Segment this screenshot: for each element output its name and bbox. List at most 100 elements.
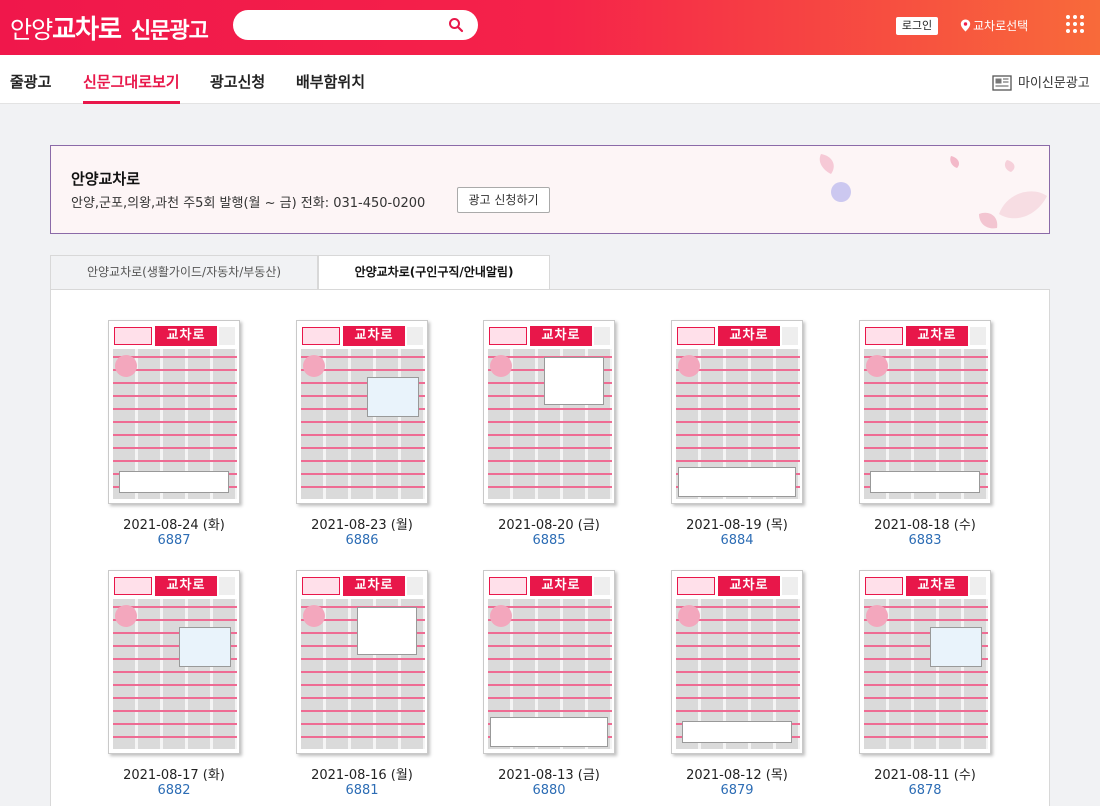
issue-date: 2021-08-11 (수) [874, 768, 976, 783]
thumbnail-header-left [865, 327, 903, 345]
nav-tab-distribution-location[interactable]: 배부함위치 [296, 71, 365, 92]
thumbnail-header: 교차로 [864, 325, 986, 347]
thumbnail-header: 교차로 [113, 325, 235, 347]
thumbnail-highlight [678, 355, 700, 377]
thumbnail-title: 교차로 [343, 576, 405, 596]
issue-number[interactable]: 6886 [296, 533, 428, 548]
apply-ad-button[interactable]: 광고 신청하기 [457, 187, 550, 213]
newspaper-thumbnail[interactable]: 교차로 [108, 570, 240, 754]
thumbnail-highlight [490, 355, 512, 377]
thumbnail-header-left [677, 577, 715, 595]
newspaper-thumbnail[interactable]: 교차로 [296, 320, 428, 504]
thumbnail-ad-box [870, 471, 980, 493]
thumbnail-highlight [678, 605, 700, 627]
apps-grid-icon[interactable] [1066, 15, 1084, 33]
issue-date: 2021-08-13 (금) [498, 768, 600, 783]
tab-life-guide[interactable]: 안양교차로(생활가이드/자동차/부동산) [50, 255, 318, 290]
thumbnail-header-right [782, 327, 798, 345]
issue-number[interactable]: 6883 [859, 533, 991, 548]
thumbnail-ad-box [678, 467, 796, 497]
thumbnail-header: 교차로 [676, 575, 798, 597]
issue-date: 2021-08-24 (화) [123, 518, 225, 533]
issue-date: 2021-08-20 (금) [498, 518, 600, 533]
issue-number[interactable]: 6881 [296, 783, 428, 798]
thumbnail-title: 교차로 [906, 326, 968, 346]
login-button[interactable]: 로그인 [896, 17, 938, 35]
main-nav: 줄광고 신문그대로보기 광고신청 배부함위치 마이신문광고 [0, 55, 1100, 104]
my-paper-ads-link[interactable]: 마이신문광고 [992, 72, 1090, 91]
issue-date: 2021-08-17 (화) [123, 768, 225, 783]
issue-date: 2021-08-18 (수) [874, 518, 976, 533]
thumbnail-header-left [114, 577, 152, 595]
thumbnail-title: 교차로 [718, 326, 780, 346]
thumbnail-title: 교차로 [343, 326, 405, 346]
location-pin-icon [960, 19, 971, 32]
issue-number[interactable]: 6885 [483, 533, 615, 548]
search-icon[interactable] [448, 17, 464, 33]
thumbnail-ad-box [490, 717, 608, 747]
thumbnail-ad-box [682, 721, 792, 743]
thumbnail-header-left [489, 577, 527, 595]
issue-date: 2021-08-12 (목) [686, 768, 788, 783]
decorative-petals-icon [819, 154, 1047, 229]
search-input[interactable] [247, 16, 437, 34]
logo-brand: 교차로 [52, 15, 122, 45]
issue-number[interactable]: 6884 [671, 533, 803, 548]
newspaper-thumbnail[interactable]: 교차로 [296, 570, 428, 754]
thumbnail-header: 교차로 [676, 325, 798, 347]
thumbnail-highlight [866, 605, 888, 627]
newspaper-thumbnail[interactable]: 교차로 [671, 320, 803, 504]
paper-title: 안양교차로 [71, 170, 141, 188]
newspaper-thumbnail[interactable]: 교차로 [859, 320, 991, 504]
region-select[interactable]: 교차로선택 [960, 17, 1028, 35]
thumbnail-header: 교차로 [488, 325, 610, 347]
thumbnail-title: 교차로 [155, 326, 217, 346]
thumbnail-ad-box [930, 627, 982, 667]
thumbnail-header: 교차로 [488, 575, 610, 597]
thumbnail-ad-box [544, 357, 604, 405]
thumbnail-ad-box [357, 607, 417, 655]
newspaper-thumbnail[interactable]: 교차로 [483, 320, 615, 504]
issue-number[interactable]: 6887 [108, 533, 240, 548]
thumbnail-title: 교차로 [906, 576, 968, 596]
issue-number[interactable]: 6882 [108, 783, 240, 798]
thumbnail-header-right [407, 327, 423, 345]
issues-panel: 교차로 2021-08-24 (화) 6887 교차로 2021-08-23 (월) 68… [50, 289, 1050, 806]
newspaper-thumbnail[interactable]: 교차로 [483, 570, 615, 754]
newspaper-thumbnail[interactable]: 교차로 [108, 320, 240, 504]
newspaper-thumbnail[interactable]: 교차로 [671, 570, 803, 754]
tab-job-notice[interactable]: 안양교차로(구인구직/안내알림) [318, 255, 550, 290]
thumbnail-header: 교차로 [864, 575, 986, 597]
thumbnail-header: 교차로 [301, 575, 423, 597]
thumbnail-header-right [594, 577, 610, 595]
newspaper-thumbnail[interactable]: 교차로 [859, 570, 991, 754]
thumbnail-header-left [302, 327, 340, 345]
thumbnail-header-right [970, 327, 986, 345]
thumbnail-title: 교차로 [530, 326, 592, 346]
thumbnail-header: 교차로 [301, 325, 423, 347]
top-bar: 안양교차로 신문광고 로그인 교차로선택 [0, 0, 1100, 55]
active-tab-indicator [83, 101, 180, 104]
logo-service: 신문광고 [130, 19, 209, 44]
issue-date: 2021-08-19 (목) [686, 518, 788, 533]
thumbnail-header-right [219, 577, 235, 595]
thumbnail-highlight [115, 605, 137, 627]
issue-date: 2021-08-16 (월) [311, 768, 413, 783]
nav-tab-newspaper-view[interactable]: 신문그대로보기 [83, 71, 180, 92]
thumbnail-header-right [594, 327, 610, 345]
issue-number[interactable]: 6880 [483, 783, 615, 798]
thumbnail-ad-box [367, 377, 419, 417]
issue-number[interactable]: 6878 [859, 783, 991, 798]
thumbnail-header-right [970, 577, 986, 595]
thumbnail-header-left [865, 577, 903, 595]
thumbnail-header-left [114, 327, 152, 345]
nav-tab-line-ads[interactable]: 줄광고 [10, 71, 51, 92]
thumbnail-highlight [866, 355, 888, 377]
thumbnail-header-right [782, 577, 798, 595]
site-logo[interactable]: 안양교차로 신문광고 [10, 9, 209, 45]
issue-number[interactable]: 6879 [671, 783, 803, 798]
nav-tab-ad-request[interactable]: 광고신청 [210, 71, 265, 92]
thumbnail-highlight [115, 355, 137, 377]
thumbnail-title: 교차로 [718, 576, 780, 596]
region-label: 교차로선택 [973, 19, 1029, 33]
